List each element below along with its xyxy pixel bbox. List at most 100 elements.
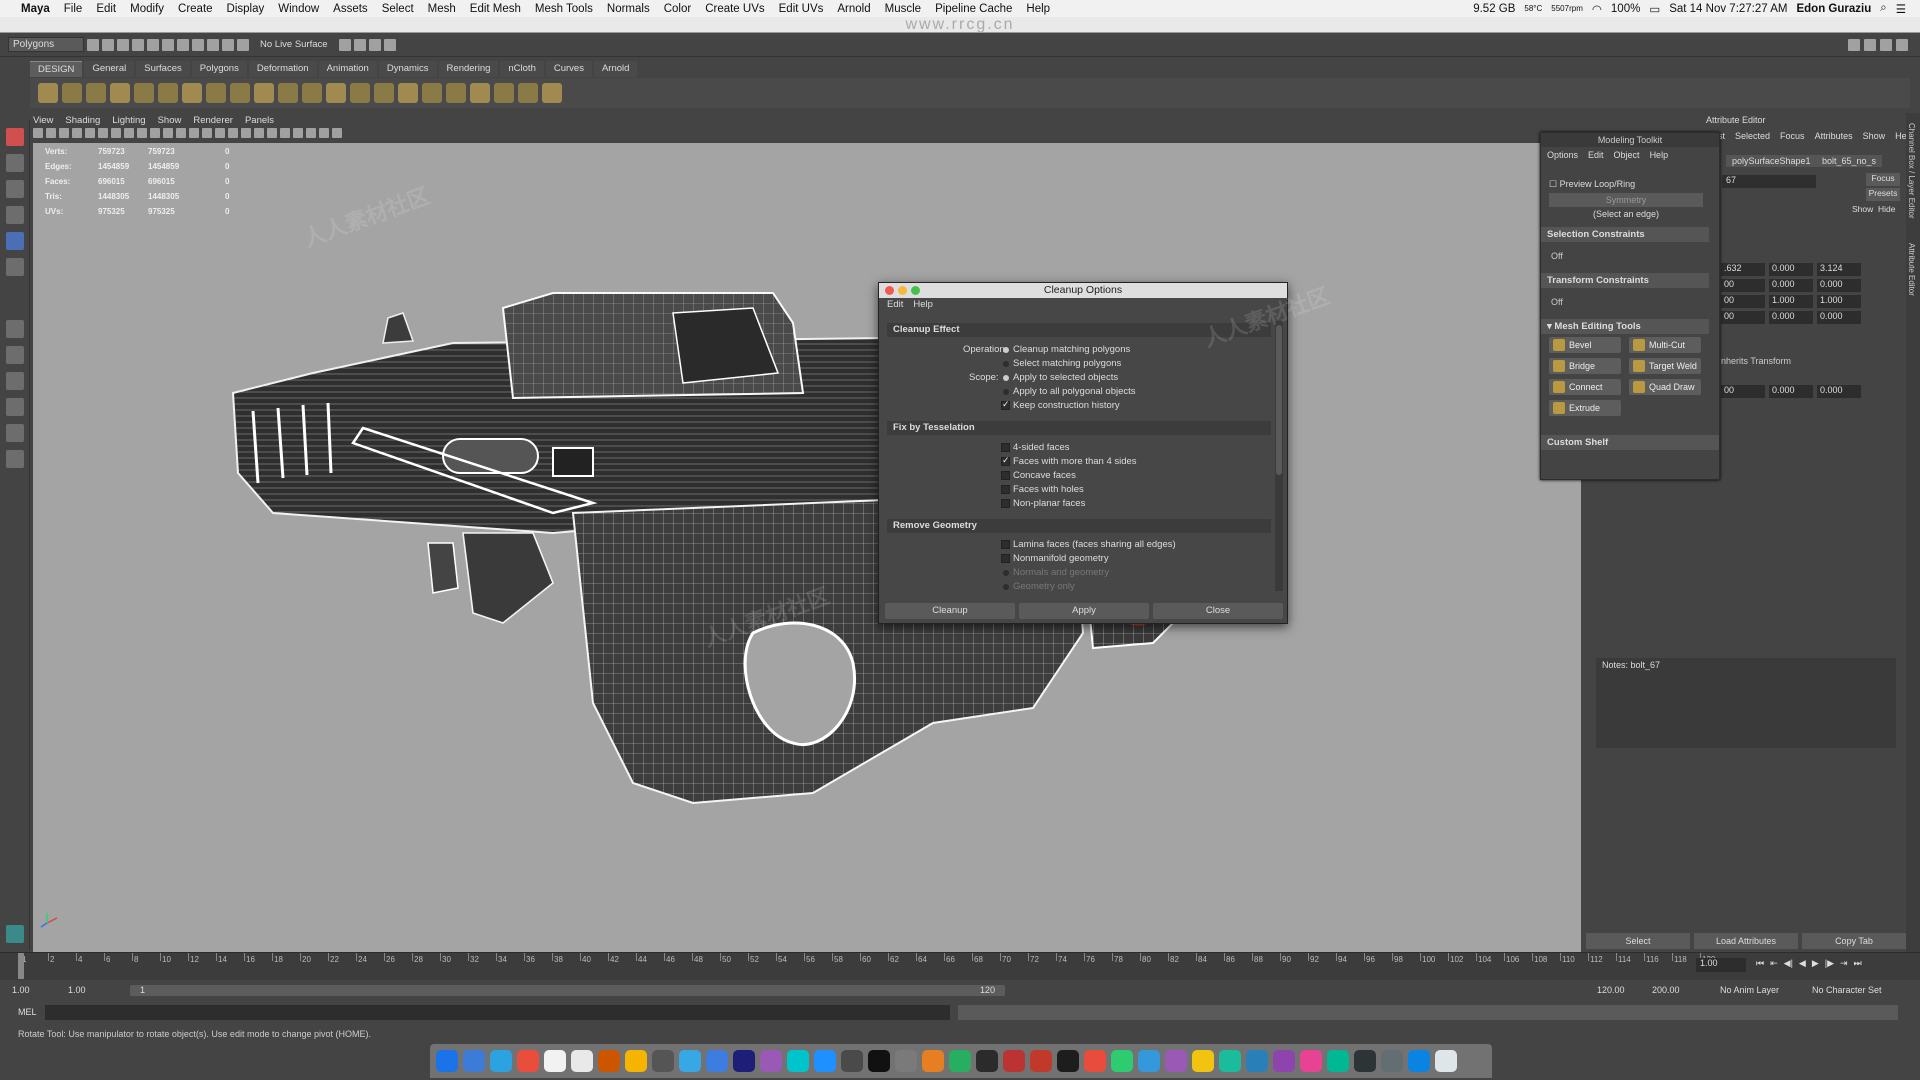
viewport-toolbar-icon[interactable] <box>267 128 277 138</box>
viewport-toolbar-icon[interactable] <box>332 128 342 138</box>
menu-item-arnold[interactable]: Arnold <box>830 3 877 15</box>
viewport-toolbar-icon[interactable] <box>280 128 290 138</box>
dock-app-icon[interactable] <box>841 1050 863 1072</box>
operation-cleanup-radio[interactable] <box>1003 347 1009 353</box>
shelf-tab-surfaces[interactable]: Surfaces <box>136 61 190 77</box>
viewport-menu-renderer[interactable]: Renderer <box>193 115 233 126</box>
dock-app-icon[interactable] <box>1165 1050 1187 1072</box>
tess-option-checkbox[interactable] <box>1001 443 1010 452</box>
shelf-tool-icon[interactable] <box>302 83 322 103</box>
menu-item-create-uvs[interactable]: Create UVs <box>698 3 771 15</box>
menu-item-muscle[interactable]: Muscle <box>878 3 928 15</box>
dock-app-icon[interactable] <box>1138 1050 1160 1072</box>
geometry-only-label[interactable]: Geometry only <box>1013 581 1075 592</box>
presets-button[interactable]: Presets <box>1866 188 1900 201</box>
tess-option-checkbox[interactable] <box>1001 499 1010 508</box>
nonmanifold-checkbox[interactable] <box>1001 554 1010 563</box>
step-back-key-icon[interactable]: ⇤ <box>1770 958 1778 969</box>
current-frame-field[interactable]: 1.00 <box>1696 958 1746 972</box>
viewport-toolbar-icon[interactable] <box>293 128 303 138</box>
mtk-menu-edit[interactable]: Edit <box>1588 150 1604 160</box>
viewport-menu-show[interactable]: Show <box>158 115 182 126</box>
dock-app-icon[interactable] <box>895 1050 917 1072</box>
dock-app-icon[interactable] <box>1192 1050 1214 1072</box>
weapon-wireframe-model[interactable] <box>33 143 1581 953</box>
menu-item-edit-mesh[interactable]: Edit Mesh <box>463 3 528 15</box>
menu-item-mesh-tools[interactable]: Mesh Tools <box>528 3 600 15</box>
shelf-tool-icon[interactable] <box>110 83 130 103</box>
shelf-tool-icon[interactable] <box>374 83 394 103</box>
dock-app-icon[interactable] <box>1408 1050 1430 1072</box>
dock-app-icon[interactable] <box>706 1050 728 1072</box>
normals-geometry-label[interactable]: Normals and geometry <box>1013 567 1109 578</box>
dock-app-icon[interactable] <box>436 1050 458 1072</box>
symmetry-button[interactable]: Symmetry <box>1549 193 1703 207</box>
dock-app-icon[interactable] <box>868 1050 890 1072</box>
keep-history-label[interactable]: Keep construction history <box>1013 400 1120 411</box>
playback-end-field[interactable]: 120.00 <box>1597 985 1625 995</box>
new-scene-icon[interactable] <box>87 38 99 51</box>
minimize-window-icon[interactable] <box>898 286 907 295</box>
attribute-menu-attributes[interactable]: Attributes <box>1815 131 1853 141</box>
rotate-tool-icon[interactable] <box>6 232 24 250</box>
dialog-edit-menu[interactable]: Edit <box>887 298 903 312</box>
viewport-toolbar-icon[interactable] <box>85 128 95 138</box>
mel-label[interactable]: MEL <box>18 1007 37 1017</box>
viewport-toolbar-icon[interactable] <box>254 128 264 138</box>
shelf-tool-icon[interactable] <box>134 83 154 103</box>
attribute-menu-selected[interactable]: Selected <box>1735 131 1770 141</box>
dock-app-icon[interactable] <box>1435 1050 1457 1072</box>
mtk-menu-object[interactable]: Object <box>1614 150 1640 160</box>
tess-option-checkbox[interactable] <box>1001 455 1010 466</box>
geometry-only-radio[interactable] <box>1003 584 1009 590</box>
tess-option-checkbox[interactable] <box>1001 485 1010 494</box>
shelf-tool-icon[interactable] <box>350 83 370 103</box>
tess-option-label[interactable]: 4-sided faces <box>1013 442 1070 453</box>
node-tab[interactable]: polySurfaceShape1 <box>1726 155 1817 167</box>
toggle-tool-settings-icon[interactable] <box>1880 38 1892 51</box>
attribute-field[interactable]: 0.000 <box>1769 263 1813 276</box>
cleanup-effect-header[interactable]: Cleanup Effect <box>887 323 1271 337</box>
current-frame-marker[interactable] <box>18 953 24 979</box>
viewport-toolbar-icon[interactable] <box>33 128 43 138</box>
shelf-tool-icon[interactable] <box>398 83 418 103</box>
anim-layer-select[interactable]: No Anim Layer <box>1720 985 1779 995</box>
menu-item-mesh[interactable]: Mesh <box>421 3 463 15</box>
copy-tab-button[interactable]: Copy Tab <box>1802 933 1906 949</box>
menu-item-modify[interactable]: Modify <box>123 3 171 15</box>
viewport-toolbar-icon[interactable] <box>137 128 147 138</box>
menu-item-color[interactable]: Color <box>657 3 698 15</box>
menu-item-create[interactable]: Create <box>171 3 220 15</box>
step-back-frame-icon[interactable]: ◀︎| <box>1784 958 1793 969</box>
dock-app-icon[interactable] <box>517 1050 539 1072</box>
render-view-icon[interactable] <box>338 38 351 51</box>
lamina-faces-label[interactable]: Lamina faces (faces sharing all edges) <box>1013 539 1176 550</box>
viewport-menu-view[interactable]: View <box>33 115 53 126</box>
hide-button[interactable]: Hide <box>1878 204 1895 214</box>
spotlight-icon[interactable]: ⌕ <box>1880 2 1886 15</box>
mesh-editing-tools-header[interactable]: ▾ Mesh Editing Tools <box>1541 319 1709 334</box>
dock-app-icon[interactable] <box>760 1050 782 1072</box>
shelf-tool-icon[interactable] <box>542 83 562 103</box>
menu-item-edit-uvs[interactable]: Edit UVs <box>772 3 831 15</box>
scope-all-radio[interactable] <box>1003 389 1009 395</box>
custom-shelf-header[interactable]: Custom Shelf <box>1541 435 1719 450</box>
tess-option-label[interactable]: Faces with more than 4 sides <box>1013 456 1137 467</box>
viewport-toolbar-icon[interactable] <box>228 128 238 138</box>
scene-end-field[interactable]: 200.00 <box>1652 985 1680 995</box>
attribute-field[interactable]: 0.000 <box>1817 279 1861 292</box>
datetime[interactable]: Sat 14 Nov 7:27:27 AM <box>1669 3 1787 15</box>
mode-select[interactable]: Polygons <box>8 37 84 52</box>
move-tool-icon[interactable] <box>6 206 24 224</box>
shelf-tab-dynamics[interactable]: Dynamics <box>378 61 437 77</box>
time-slider[interactable]: 1 2 4 6 8 10 12 14 16 18 20 22 24 26 28 30 32 34 36 38 40 42 4… <box>0 952 1920 980</box>
load-attributes-button[interactable]: Load Attributes <box>1694 933 1798 949</box>
dock-app-icon[interactable] <box>949 1050 971 1072</box>
viewport-toolbar-icon[interactable] <box>72 128 82 138</box>
channel-box-tab[interactable]: Channel Box / Layer Editor <box>1907 123 1916 219</box>
keep-history-checkbox[interactable] <box>1001 399 1010 410</box>
toggle-attribute-editor-icon[interactable] <box>1864 38 1876 51</box>
select-tool-icon[interactable] <box>6 128 24 146</box>
scene-start-field[interactable]: 1.00 <box>12 985 30 995</box>
save-scene-icon[interactable] <box>117 38 129 51</box>
